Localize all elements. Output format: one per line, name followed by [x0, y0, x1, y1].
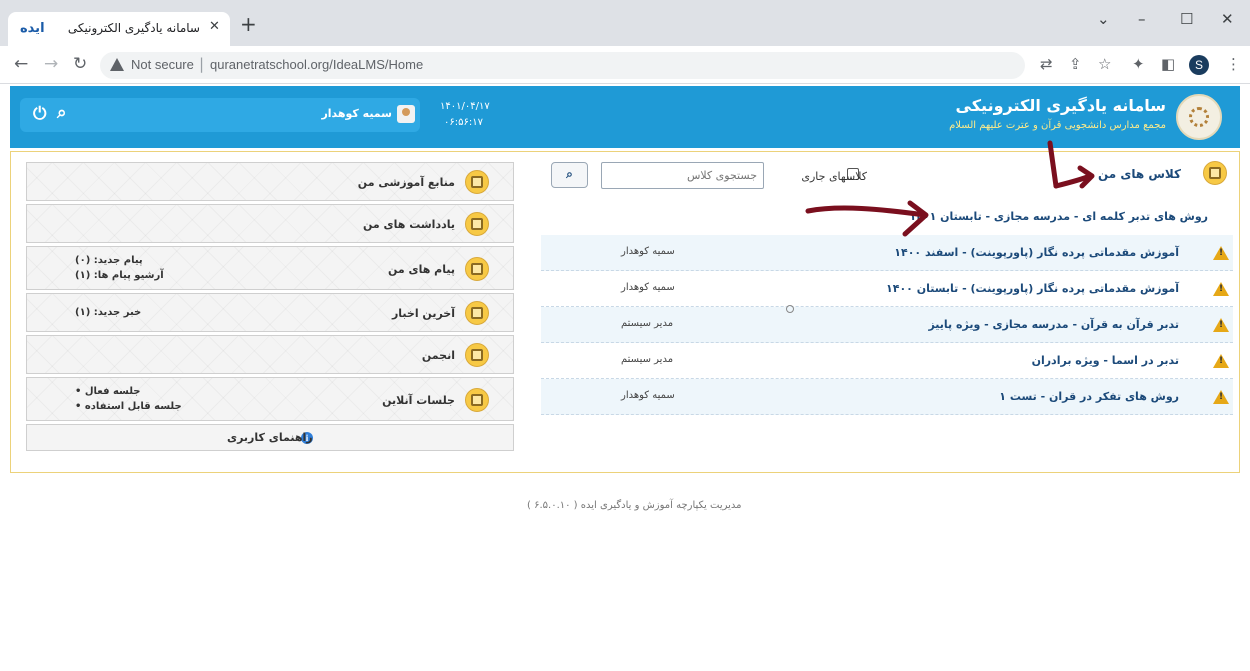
- user-guide-button[interactable]: i راهنمای کاربری: [26, 424, 514, 451]
- header-date: ۱۴۰۱/۰۴/۱۷: [440, 101, 490, 112]
- sessions-chat-icon: [465, 388, 489, 412]
- side-column: منابع آموزشی من یادداشت های من پیام های …: [26, 162, 514, 451]
- side-panel-icon[interactable]: ◧: [1161, 56, 1175, 72]
- warning-icon: [1213, 354, 1229, 368]
- maximize-icon[interactable]: ☐: [1180, 10, 1193, 28]
- news-megaphone-icon: [465, 301, 489, 325]
- sessions-card[interactable]: جلسات آنلاین جلسه فعال • جلسه قابل استفا…: [26, 377, 514, 421]
- browser-tab[interactable]: ایده سامانه یادگیری الکترونیکی ✕: [8, 12, 230, 46]
- messages-card[interactable]: پیام های من پیام جدید: (۰) آرشیو پیام ها…: [26, 246, 514, 290]
- new-tab-icon[interactable]: +: [240, 14, 257, 34]
- class-search-input[interactable]: [602, 163, 763, 188]
- class-row: روش های تدبر کلمه ای - مدرسه مجازی - تاب…: [541, 202, 1233, 235]
- resources-label[interactable]: منابع آموزشی من: [358, 176, 455, 189]
- resources-card[interactable]: منابع آموزشی من: [26, 162, 514, 201]
- class-link[interactable]: آموزش مقدماتی پرده نگار (پاورپوینت) - تا…: [886, 282, 1179, 295]
- user-guide-label[interactable]: راهنمای کاربری: [227, 431, 313, 444]
- menu-kebab-icon[interactable]: ⋮: [1226, 56, 1241, 72]
- class-teacher: مدیر سیستم: [621, 354, 674, 365]
- back-icon[interactable]: ←: [14, 55, 28, 73]
- site-logo[interactable]: [1176, 94, 1222, 140]
- notes-label[interactable]: یادداشت های من: [363, 218, 455, 231]
- security-label[interactable]: Not secure: [131, 57, 194, 72]
- reload-icon[interactable]: ↻: [73, 55, 87, 73]
- notes-card[interactable]: یادداشت های من: [26, 204, 514, 243]
- current-classes-label[interactable]: کلاسهای جاری: [801, 170, 867, 183]
- class-link[interactable]: آموزش مقدماتی پرده نگار (پاورپوینت) - اس…: [894, 246, 1179, 259]
- class-link[interactable]: تدبر در اسما - ویژه برادران: [1032, 354, 1179, 367]
- class-row: آموزش مقدماتی پرده نگار (پاورپوینت) - تا…: [541, 271, 1233, 307]
- url-text[interactable]: quranetratschool.org/IdeaLMS/Home: [210, 57, 423, 72]
- site-header: سامانه یادگیری الکترونیکی مجمع مدارس دان…: [10, 86, 1240, 148]
- class-row: تدبر در اسما - ویژه برادران مدیر سیستم: [541, 343, 1233, 379]
- site-subtitle: مجمع مدارس دانشجویی قرآن و عترت علیهم ال…: [949, 120, 1166, 131]
- class-row: تدبر قرآن به قرآن - مدرسه مجازی - ویژه پ…: [541, 307, 1233, 343]
- tab-title: سامانه یادگیری الکترونیکی: [67, 21, 200, 35]
- news-new-count[interactable]: خبر جدید: (۱): [75, 307, 141, 318]
- site-favicon-icon: ایده: [20, 21, 45, 36]
- sessions-usable[interactable]: جلسه قابل استفاده •: [75, 401, 182, 412]
- messages-new-count[interactable]: پیام جدید: (۰): [75, 255, 143, 266]
- class-row: روش های تفکر در قران - تست ۱ سمیه کوهدار: [541, 379, 1233, 415]
- resources-icon: [465, 170, 489, 194]
- forum-icon: [465, 343, 489, 367]
- warning-icon: [1213, 282, 1229, 296]
- forum-label[interactable]: انجمن: [422, 349, 455, 362]
- minimize-icon[interactable]: –: [1138, 10, 1146, 28]
- bookmark-star-icon[interactable]: ☆: [1098, 56, 1111, 72]
- warning-icon: [1213, 318, 1229, 332]
- news-card[interactable]: آخرین اخبار خبر جدید: (۱): [26, 293, 514, 332]
- class-teacher: سمیه کوهدار: [621, 390, 675, 401]
- forum-card[interactable]: انجمن: [26, 335, 514, 374]
- url-separator: |: [199, 55, 205, 73]
- messages-archive-count[interactable]: آرشیو پیام ها: (۱): [75, 270, 164, 281]
- warning-icon: [1213, 246, 1229, 260]
- search-icon[interactable]: ⌕: [57, 104, 67, 122]
- cursor-indicator: [786, 305, 794, 313]
- class-list: روش های تدبر کلمه ای - مدرسه مجازی - تاب…: [541, 202, 1233, 415]
- messages-icon: [465, 257, 489, 281]
- user-name[interactable]: سمیه کوهدار: [321, 107, 392, 120]
- news-label[interactable]: آخرین اخبار: [392, 307, 455, 320]
- translate-icon[interactable]: ⇄: [1040, 56, 1053, 72]
- class-link[interactable]: روش های تدبر کلمه ای - مدرسه مجازی - تاب…: [909, 210, 1208, 223]
- power-icon[interactable]: ⏻: [33, 105, 46, 123]
- user-bar: ⏻ ⌕ سمیه کوهدار: [20, 98, 420, 132]
- browser-toolbar: ← → ↻ Not secure | quranetratschool.org/…: [0, 46, 1250, 84]
- class-teacher: مدیر سیستم: [621, 318, 674, 329]
- sessions-label[interactable]: جلسات آنلاین: [382, 394, 455, 407]
- messages-label[interactable]: پیام های من: [388, 263, 455, 276]
- header-time: ۰۶:۵۶:۱۷: [444, 117, 483, 128]
- share-icon[interactable]: ⇪: [1069, 56, 1082, 72]
- classes-icon: [1203, 161, 1227, 185]
- site-title: سامانه یادگیری الکترونیکی: [955, 96, 1166, 115]
- notes-icon: [465, 212, 489, 236]
- class-search-button[interactable]: ⌕: [551, 162, 588, 188]
- class-teacher: سمیه کوهدار: [621, 246, 675, 257]
- class-link[interactable]: تدبر قرآن به قرآن - مدرسه مجازی - ویژه پ…: [928, 318, 1179, 331]
- class-row: آموزش مقدماتی پرده نگار (پاورپوینت) - اس…: [541, 235, 1233, 271]
- close-window-icon[interactable]: ✕: [1221, 10, 1234, 28]
- class-search-field[interactable]: [601, 162, 764, 189]
- browser-tabstrip: ایده سامانه یادگیری الکترونیکی ✕ + ⌄ – ☐…: [0, 0, 1250, 46]
- sessions-active[interactable]: جلسه فعال •: [75, 386, 141, 397]
- tab-search-icon[interactable]: ⌄: [1097, 10, 1110, 28]
- warning-icon: [1213, 390, 1229, 404]
- not-secure-icon[interactable]: [110, 58, 124, 71]
- user-avatar[interactable]: [397, 105, 415, 123]
- class-link[interactable]: روش های تفکر در قران - تست ۱: [999, 390, 1179, 403]
- footer-version: مدیریت یکپارچه آموزش و یادگیری ایده ( ۶.…: [527, 500, 742, 511]
- classes-title: کلاس های من: [1097, 167, 1181, 181]
- address-bar[interactable]: Not secure | quranetratschool.org/IdeaLM…: [100, 52, 1025, 79]
- extensions-icon[interactable]: ✦: [1132, 56, 1145, 72]
- main-panel: کلاس های من کلاسهای جاری ⌕ روش های تدبر …: [10, 151, 1240, 473]
- search-button-icon: ⌕: [566, 167, 573, 181]
- class-teacher: سمیه کوهدار: [621, 282, 675, 293]
- logo-emblem-icon: [1189, 107, 1209, 127]
- profile-avatar[interactable]: S: [1189, 55, 1209, 75]
- close-tab-icon[interactable]: ✕: [209, 19, 220, 34]
- forward-icon[interactable]: →: [44, 55, 58, 73]
